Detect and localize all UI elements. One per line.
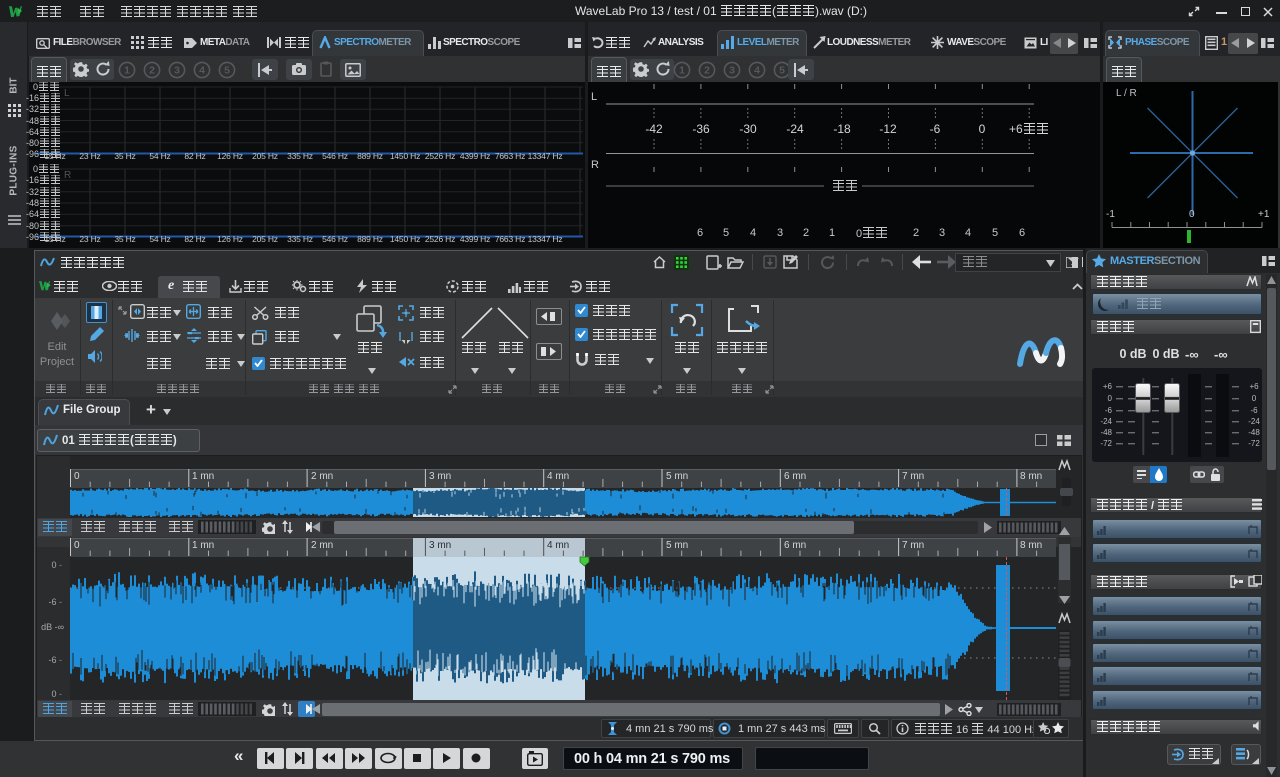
svg-text:-24: -24 — [1100, 417, 1112, 426]
svg-text:4: 4 — [754, 65, 760, 77]
svg-text:5: 5 — [779, 65, 785, 77]
svg-text:-72: -72 — [1100, 439, 1112, 448]
svg-text:0: 0 — [1252, 394, 1257, 403]
svg-text:1: 1 — [679, 65, 685, 77]
svg-text:-6: -6 — [1250, 406, 1258, 415]
svg-text:-48: -48 — [1100, 428, 1112, 437]
svg-text:-48: -48 — [1248, 428, 1260, 437]
svg-text:-72: -72 — [1248, 439, 1260, 448]
svg-text:3: 3 — [729, 65, 735, 77]
svg-text:+6: +6 — [1249, 382, 1259, 391]
svg-text:-24: -24 — [1248, 417, 1260, 426]
svg-text:0: 0 — [1108, 394, 1113, 403]
svg-text:-6: -6 — [1105, 406, 1113, 415]
svg-text:2: 2 — [704, 65, 710, 77]
svg-text:+6: +6 — [1103, 382, 1113, 391]
